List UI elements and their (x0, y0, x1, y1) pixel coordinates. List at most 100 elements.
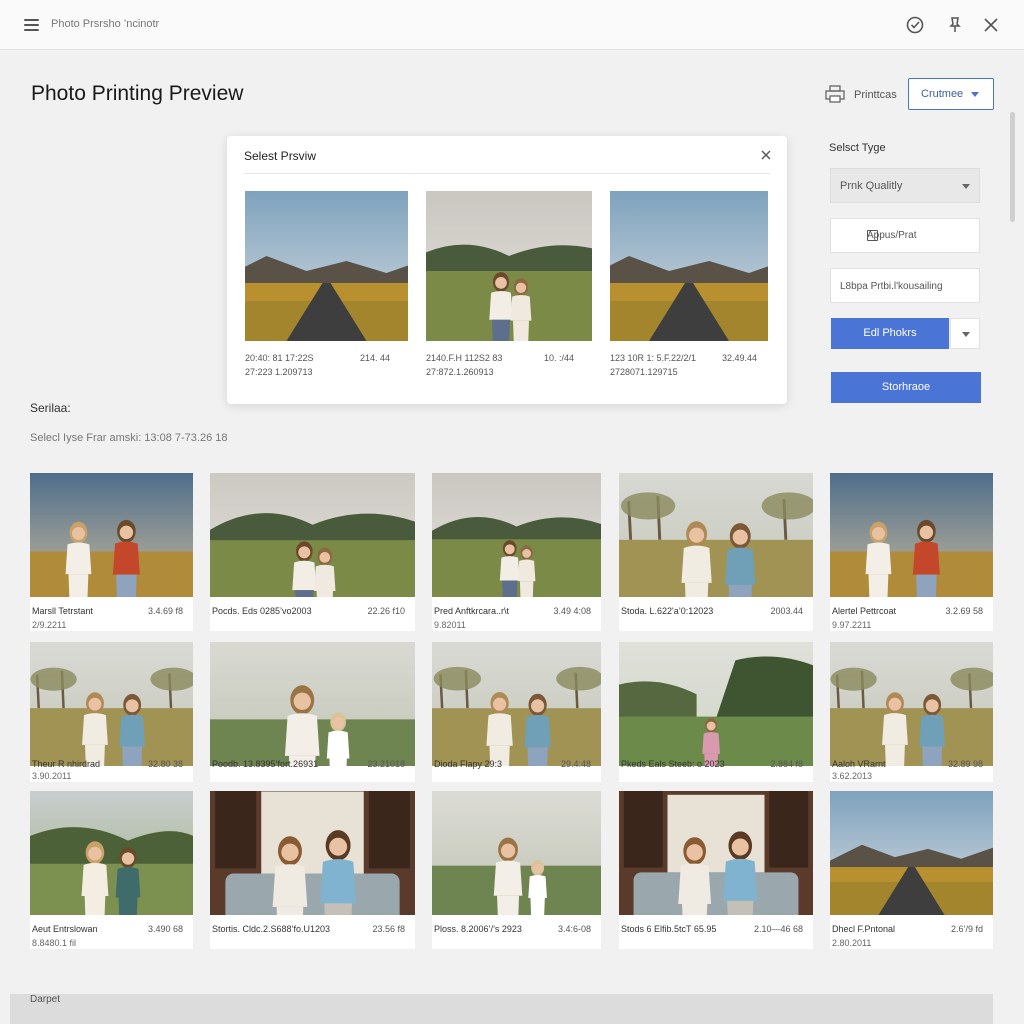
photo-size: 3.4.69 f8 (147, 606, 183, 616)
photo-thumbnail[interactable] (30, 473, 193, 597)
photo-size: 3.4:6-08 (557, 924, 591, 934)
photo-title: Aaloh VRarnt (832, 759, 886, 769)
section-subtitle: Selecl Iyse Frar amski: 13:08 7-73.26 18 (30, 432, 228, 444)
photo-thumbnail[interactable] (432, 791, 601, 915)
photo-title: Stoda. L.622'a’0:12023 (621, 606, 714, 616)
photo-thumbnail[interactable] (830, 473, 993, 597)
photo-size: 2.10—46 68 (753, 924, 803, 934)
photo-card[interactable]: Stortis. Cldc.2.S688’fo.U1203 23.56 f8 (210, 791, 415, 949)
scrollbar-thumb[interactable] (1010, 112, 1015, 222)
photo-title: Marsll Tetrstant (32, 606, 93, 616)
print-quality-value: Prnk Qualitly (840, 180, 903, 192)
photo-thumbnail[interactable] (210, 791, 415, 915)
photo-thumbnail[interactable] (619, 473, 813, 597)
photo-thumbnail[interactable] (30, 642, 193, 766)
footer-label: Darpet (30, 994, 61, 1005)
preview-caption: 27:223 1.209713 (245, 367, 313, 377)
preview-photo[interactable] (610, 191, 768, 341)
preview-caption: 27:872.1.260913 (426, 367, 494, 377)
photo-title: Pocds. Eds 0285’vo2003 (212, 606, 312, 616)
prints-link[interactable]: Printtcas (854, 89, 897, 101)
photo-title: Stods 6 Elfib.5tcT 65.95 (621, 924, 717, 934)
edit-options-dropdown[interactable] (950, 318, 980, 349)
footer-bar: Darpet (10, 994, 993, 1024)
photo-size: 3.2.69 58 (945, 606, 983, 616)
photo-thumbnail[interactable] (210, 642, 415, 766)
photo-title: Stortis. Cldc.2.S688’fo.U1203 (212, 924, 331, 934)
edit-photos-button[interactable]: Edl Phokrs (831, 318, 949, 349)
storage-button[interactable]: Storhraoe (831, 372, 981, 403)
photo-size: 3.490 68 (147, 924, 183, 934)
photo-size: 32.89 98 (947, 759, 983, 769)
photo-thumbnail[interactable] (830, 791, 993, 915)
photo-title: Pred Anftkrcara..r\t (434, 606, 510, 616)
photo-date: 2/9.2211 (32, 620, 67, 630)
preview-size: 214. 44 (360, 353, 391, 363)
continue-label: Crutmee (921, 88, 964, 100)
chevron-down-icon (962, 332, 970, 337)
photo-card[interactable]: Aaloh VRarnt 3.62.2013 32.89 98 (830, 642, 993, 782)
photo-title: Pkeds Eals Steeb: o 2023 (621, 759, 725, 769)
photo-thumbnail[interactable] (30, 791, 193, 915)
checkbox-label: Appus/Prat (867, 230, 917, 241)
preview-caption: 2728071.129715 (610, 367, 678, 377)
select-type-label: Selsct Tyge (829, 142, 886, 154)
photo-size: 2003.44 (770, 606, 803, 616)
chevron-down-icon (962, 184, 970, 189)
photo-title: Dhecl F.Pntonal (832, 924, 896, 934)
dialog-title: Selest Prsviw (244, 149, 317, 163)
photo-date: 3.62.2013 (832, 771, 873, 781)
photo-card[interactable]: Poodb. 13.8395’fort.26931 23.21018 (210, 642, 415, 782)
photo-title: Aeut Entrslowan (32, 924, 98, 934)
photo-title: Theur R nhirdrad (32, 759, 101, 769)
photo-size: 23.21018 (367, 759, 405, 769)
photo-card[interactable]: Dhecl F.Pntonal 2.80.2011 2.6’/9 fd (830, 791, 993, 949)
photo-card[interactable]: Pkeds Eals Steeb: o 2023 2.884 f8 (619, 642, 813, 782)
photo-size: 23.56 f8 (372, 924, 405, 934)
preview-size: 10. :/44 (544, 353, 575, 363)
select-preview-dialog: Selest Prsviw 20:40: 81 17:22S 27:223 1.… (227, 136, 787, 404)
print-quality-select[interactable]: Prnk Qualitly (830, 168, 980, 203)
divider (244, 173, 770, 174)
photo-size: 3.49 4:08 (553, 606, 591, 616)
photo-card[interactable]: Pocds. Eds 0285’vo2003 22.26 f10 (210, 473, 415, 631)
photo-card[interactable]: Dioda Flapy 29:3 29.4:48 (432, 642, 601, 782)
preview-caption: 123 10R 1: 5.F.22/2/1 (610, 353, 697, 363)
print-option-field[interactable]: L8bpa Prtbi.l'kousailing (830, 268, 980, 303)
photo-thumbnail[interactable] (619, 791, 813, 915)
photo-card[interactable]: Aeut Entrslowan 8.8480.1 fil 3.490 68 (30, 791, 193, 949)
preview-photo[interactable] (245, 191, 408, 341)
photo-size: 29.4:48 (560, 759, 591, 769)
close-icon[interactable] (980, 14, 1002, 36)
photo-date: 2.80.2011 (832, 938, 872, 948)
printer-icon[interactable] (825, 85, 845, 103)
chevron-down-icon (971, 92, 979, 97)
photo-thumbnail[interactable] (210, 473, 415, 597)
photo-size: 32.80 38 (147, 759, 183, 769)
continue-dropdown-button[interactable]: Crutmee (908, 78, 994, 110)
dialog-close-icon[interactable] (759, 148, 773, 162)
photo-card[interactable]: Stoda. L.622'a’0:12023 2003.44 (619, 473, 813, 631)
photo-size: 2.6’/9 fd (950, 924, 983, 934)
photo-card[interactable]: Marsll Tetrstant 2/9.2211 3.4.69 f8 (30, 473, 193, 631)
preview-caption: 20:40: 81 17:22S (245, 353, 314, 363)
photo-card[interactable]: Theur R nhirdrad 3.90.2011 32.80 38 (30, 642, 193, 782)
photo-title: Alertel Pettrcoat (832, 606, 897, 616)
check-circle-icon[interactable] (904, 14, 926, 36)
photo-size: 2.884 f8 (770, 759, 803, 769)
photo-title: Ploss. 8.2006’/’s 2923 (434, 924, 522, 934)
photo-card[interactable]: Stods 6 Elfib.5tcT 65.95 2.10—46 68 (619, 791, 813, 949)
photo-card[interactable]: Alertel Pettrcoat 9.97.2211 3.2.69 58 (830, 473, 993, 631)
photo-thumbnail[interactable] (830, 642, 993, 766)
pin-icon[interactable] (944, 14, 966, 36)
apply-print-option[interactable]: Appus/Prat (830, 218, 980, 253)
photo-card[interactable]: Pred Anftkrcara..r\t 9.82011 3.49 4:08 (432, 473, 601, 631)
section-label: Serilaa: (30, 401, 71, 415)
photo-card[interactable]: Ploss. 8.2006’/’s 2923 3.4:6-08 (432, 791, 601, 949)
photo-date: 9.82011 (434, 620, 466, 630)
preview-photo[interactable] (426, 191, 592, 341)
photo-thumbnail[interactable] (432, 473, 601, 597)
photo-thumbnail[interactable] (619, 642, 813, 766)
hamburger-menu-icon[interactable] (24, 19, 39, 31)
photo-thumbnail[interactable] (432, 642, 601, 766)
